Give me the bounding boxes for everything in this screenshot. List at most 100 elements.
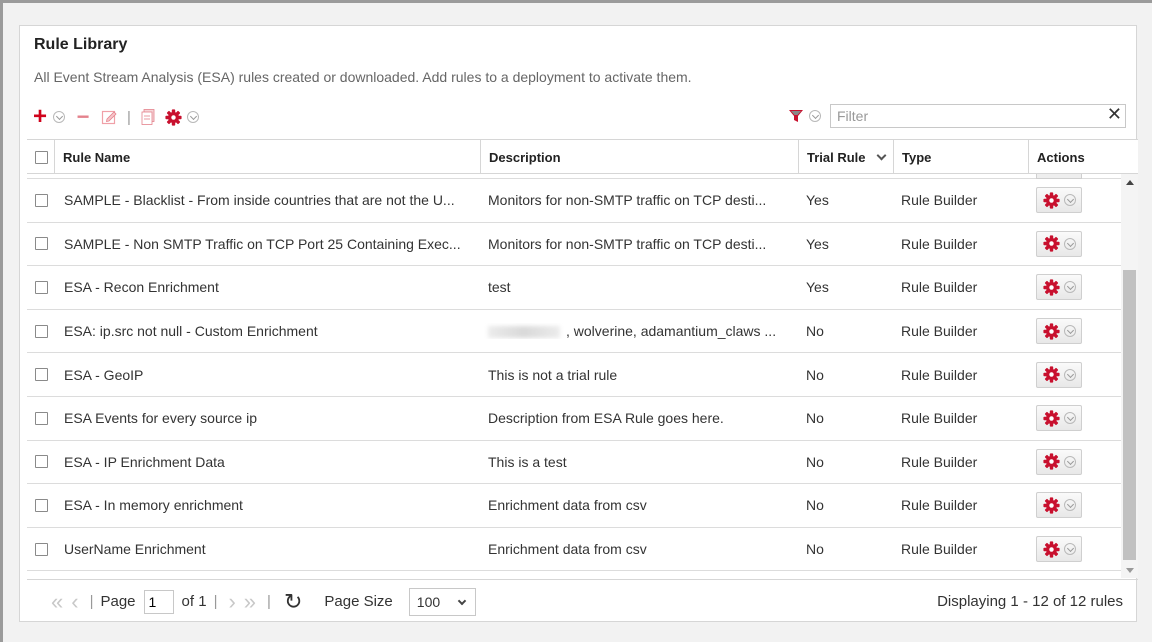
remove-rule-button[interactable]: − [75,104,91,129]
page-size-select[interactable]: 100 [408,587,476,616]
trial-rule-cell: No [806,323,824,340]
gear-icon [1042,497,1060,514]
row-checkbox[interactable] [35,411,48,425]
add-menu-chevron-icon[interactable] [53,111,65,123]
refresh-icon[interactable]: ↻ [284,589,302,615]
actions-cell [1028,448,1120,475]
settings-menu-chevron-icon[interactable] [186,111,199,123]
page-count-label: of 1 [181,593,207,610]
page-size-label: Page Size [324,593,393,610]
redacted-ip [488,326,560,339]
row-checkbox[interactable] [35,455,48,469]
window-frame-left [0,0,3,642]
actions-cell [1028,274,1120,301]
chevron-down-icon [1063,543,1076,556]
row-select-cell [27,237,54,251]
chevron-down-icon [457,596,467,605]
column-header-type[interactable]: Type [893,140,1028,174]
add-rule-button[interactable]: + [32,105,48,129]
description-cell: This is a test [480,454,798,470]
table-row[interactable]: ESA - In memory enrichment Enrichment dat… [27,484,1121,528]
actions-cell [1028,536,1120,563]
type-cell: Rule Builder [901,410,978,427]
table-row[interactable]: ESA: ip.src not null - Custom Enrichment… [27,310,1121,354]
rule-library-panel: Rule Library All Event Stream Analysis (… [19,25,1138,622]
pager-divider: | [213,593,218,610]
row-actions-button[interactable] [1036,187,1082,214]
row-actions-button[interactable] [1036,318,1082,345]
chevron-down-icon [1063,281,1076,294]
filter-options-button[interactable] [788,108,821,124]
funnel-icon [789,110,803,122]
display-info: Displaying 1 - 12 of 12 rules [937,593,1123,610]
row-actions-button[interactable] [1036,230,1082,257]
column-header-rule-name[interactable]: Rule Name [54,140,480,174]
last-page-icon[interactable]: » [244,589,256,615]
rule-name-cell: SAMPLE - Non SMTP Traffic on TCP Port 25… [64,235,461,252]
next-page-icon[interactable]: › [228,589,235,615]
page-size-value: 100 [416,593,441,610]
scroll-up-arrow-icon[interactable] [1126,180,1134,185]
edit-rule-button[interactable] [101,106,117,128]
table-row[interactable]: ESA - IP Enrichment Data This is a test No… [27,441,1121,485]
description-text: This is a test [488,453,567,470]
table-row[interactable]: ESA Events for every source ip Descriptio… [27,397,1121,441]
column-header-trial-rule[interactable]: Trial Rule [798,140,893,174]
gear-icon [1042,410,1060,427]
row-checkbox[interactable] [35,498,48,512]
rule-name-cell: ESA - GeoIP [64,366,144,383]
row-checkbox[interactable] [35,368,48,382]
table-row[interactable]: UserName Enrichment Enrichment data from … [27,528,1121,572]
first-page-icon[interactable]: « [51,589,63,615]
clear-filter-icon[interactable]: ✕ [1107,104,1122,125]
row-select-cell [27,455,54,469]
filter-input[interactable] [831,105,1091,127]
description-cell: Enrichment data from csv [480,497,798,513]
panel-subtitle: All Event Stream Analysis (ESA) rules cr… [34,69,692,85]
previous-page-icon[interactable]: ‹ [71,589,78,615]
row-actions-button[interactable] [1036,274,1082,301]
gear-icon [1042,540,1060,558]
page-label: Page [100,593,136,610]
pager-divider: | [267,593,271,610]
window-frame-top [0,0,1152,3]
chevron-down-icon [1063,412,1076,425]
row-actions-button[interactable] [1036,405,1082,432]
row-select-cell [27,280,54,294]
row-checkbox[interactable] [35,237,48,251]
actions-cell [1028,405,1120,432]
scroll-down-arrow-icon[interactable] [1126,568,1134,573]
gear-icon [165,108,182,126]
clone-rule-button[interactable] [141,106,155,128]
description-text: Description from ESA Rule goes here. [488,410,724,427]
filter-box: ✕ [830,104,1126,128]
trial-rule-cell: No [806,497,824,514]
gear-icon [1042,366,1060,383]
filter-area: ✕ [788,104,1126,128]
table-row[interactable]: ESA - Recon Enrichment test Yes Rule Builde… [27,266,1121,310]
table-row[interactable]: ESA - GeoIP This is not a trial rule No Rul… [27,353,1121,397]
row-actions-button[interactable] [1036,448,1082,475]
actions-cell [1028,361,1120,388]
rule-name-cell: ESA: ip.src not null - Custom Enrichment [64,323,318,340]
scroll-thumb[interactable] [1123,270,1136,560]
vertical-scrollbar[interactable] [1121,174,1138,578]
row-actions-button[interactable] [1036,492,1082,519]
row-select-cell [27,193,54,207]
chevron-down-icon [1063,237,1076,250]
page-number-input[interactable] [143,589,174,614]
action-button-partial [1036,174,1082,179]
table-row[interactable]: SAMPLE - Non SMTP Traffic on TCP Port 25… [27,223,1121,267]
actions-cell [1028,230,1120,257]
rule-name-cell: ESA Events for every source ip [64,410,257,427]
table-row[interactable]: SAMPLE - Blacklist - From inside countri… [27,179,1121,223]
column-header-description[interactable]: Description [480,140,798,174]
settings-button[interactable] [165,106,182,128]
select-all-checkbox[interactable] [35,150,48,164]
row-actions-button[interactable] [1036,361,1082,388]
row-checkbox[interactable] [35,280,48,294]
row-checkbox[interactable] [35,324,48,338]
row-checkbox[interactable] [35,193,48,207]
row-actions-button[interactable] [1036,536,1082,563]
row-checkbox[interactable] [35,542,48,556]
